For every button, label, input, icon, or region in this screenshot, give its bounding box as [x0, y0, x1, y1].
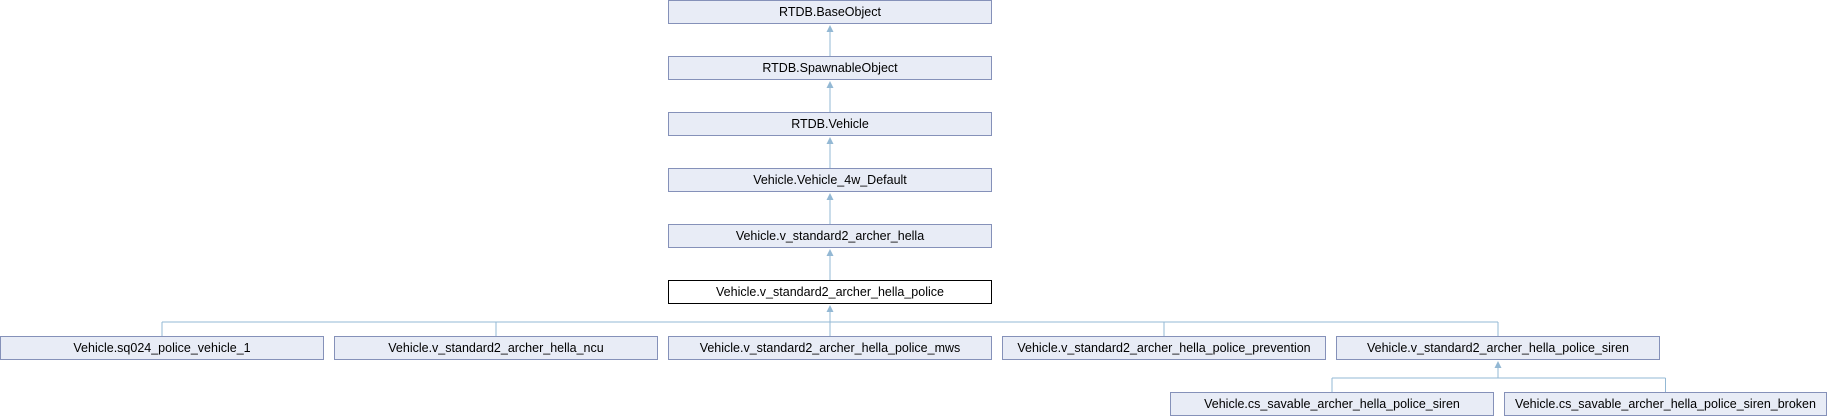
edge-arrowhead-archer_hella_police_siren [1494, 361, 1502, 368]
node-rtdb-baseobject[interactable]: RTDB.BaseObject [668, 0, 992, 24]
node-cs-savable-police-siren[interactable]: Vehicle.cs_savable_archer_hella_police_s… [1170, 392, 1494, 416]
edge-arrowhead-rtdb_vehicle [826, 137, 834, 144]
edge-arrowhead-spawnable_object [826, 81, 834, 88]
node-archer-hella-police-prevention[interactable]: Vehicle.v_standard2_archer_hella_police_… [1002, 336, 1326, 360]
inheritance-diagram: RTDB.BaseObject RTDB.SpawnableObject RTD… [0, 0, 1827, 416]
node-archer-hella-ncu[interactable]: Vehicle.v_standard2_archer_hella_ncu [334, 336, 658, 360]
node-archer-hella-police-current: Vehicle.v_standard2_archer_hella_police [668, 280, 992, 304]
node-rtdb-vehicle[interactable]: RTDB.Vehicle [668, 112, 992, 136]
edge-arrowhead-archer_hella [826, 249, 834, 256]
node-archer-hella-police-mws[interactable]: Vehicle.v_standard2_archer_hella_police_… [668, 336, 992, 360]
node-vehicle-4w-default[interactable]: Vehicle.Vehicle_4w_Default [668, 168, 992, 192]
edge-arrowhead-base_object [826, 25, 834, 32]
edge-arrowhead-vehicle_4w_default [826, 193, 834, 200]
node-sq024-police-vehicle-1[interactable]: Vehicle.sq024_police_vehicle_1 [0, 336, 324, 360]
node-rtdb-spawnableobject[interactable]: RTDB.SpawnableObject [668, 56, 992, 80]
node-cs-savable-police-siren-broken[interactable]: Vehicle.cs_savable_archer_hella_police_s… [1504, 392, 1827, 416]
edge-arrowhead-archer_hella_police [826, 305, 834, 312]
node-archer-hella[interactable]: Vehicle.v_standard2_archer_hella [668, 224, 992, 248]
node-archer-hella-police-siren[interactable]: Vehicle.v_standard2_archer_hella_police_… [1336, 336, 1660, 360]
